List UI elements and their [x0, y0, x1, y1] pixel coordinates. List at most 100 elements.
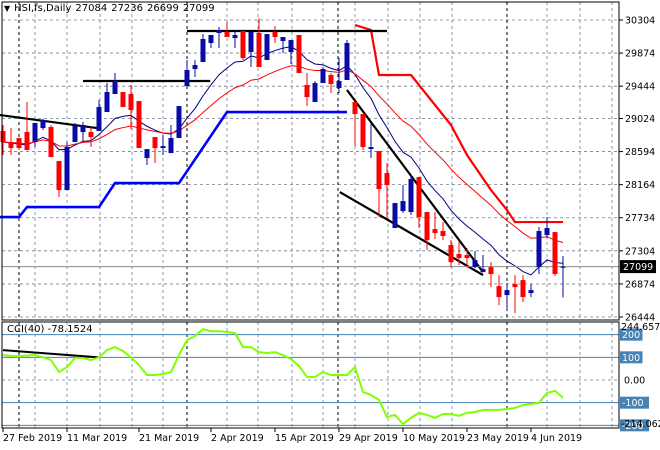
- bear-candle-body: [328, 75, 334, 85]
- main-plot-border: [1, 1, 620, 321]
- x-tick-label: 4 Jun 2019: [531, 433, 582, 444]
- close-value: 27099: [182, 3, 215, 14]
- bear-candle-body: [120, 92, 126, 108]
- symbol-label: HSI,fs,Daily: [14, 3, 72, 14]
- bear-candle-body: [432, 229, 438, 234]
- indicators: [0, 23, 619, 277]
- bull-candle-body: [208, 35, 214, 44]
- bear-candle-body: [464, 255, 470, 259]
- collapse-triangle-icon[interactable]: ▼: [4, 4, 10, 13]
- bear-candle-body: [384, 173, 390, 186]
- upper-channel-line: [354, 23, 563, 224]
- bull-candle-body: [536, 231, 542, 268]
- bear-candle-body: [512, 284, 518, 288]
- bull-candle-body: [392, 203, 398, 229]
- y-tick-label: 29024: [625, 114, 655, 125]
- bear-candle-body: [488, 267, 494, 275]
- bear-candle-body: [16, 138, 22, 149]
- bear-candle-body: [24, 132, 30, 151]
- bear-candle-body: [456, 254, 462, 259]
- bear-candle-body: [272, 32, 278, 38]
- bull-candle-body: [32, 123, 38, 143]
- x-tick-label: 27 Feb 2019: [3, 433, 62, 444]
- cci-panel: [2, 328, 649, 432]
- cci-max-label: 244.6572: [621, 322, 660, 333]
- bull-candle-body: [72, 126, 78, 143]
- bear-candle-body: [152, 137, 158, 149]
- bear-candle-body: [88, 132, 94, 138]
- y-tick-label: 27734: [625, 213, 655, 224]
- bear-candle-body: [8, 142, 14, 149]
- bull-candle-body: [400, 201, 406, 212]
- bull-candle-body: [112, 81, 118, 95]
- cci-header: CCI(40) -78.1524: [7, 324, 93, 335]
- high-value: 27236: [111, 3, 143, 14]
- bear-candle-body: [128, 94, 134, 111]
- x-tick-label: 11 Mar 2019: [67, 433, 127, 444]
- bear-candle-body: [376, 151, 382, 190]
- bull-candle-body: [216, 30, 222, 34]
- cci-level-label: 100: [622, 353, 640, 364]
- bull-candle-body: [280, 37, 286, 42]
- bull-candle-body: [144, 149, 150, 159]
- cci-level-label: -100: [622, 398, 644, 409]
- bear-candle-body: [0, 131, 6, 143]
- bull-candle-body: [160, 146, 166, 149]
- bull-candle-body: [200, 39, 206, 63]
- bull-candle-body: [320, 69, 326, 84]
- bull-candle-body: [336, 81, 342, 89]
- bear-candle-body: [440, 231, 446, 237]
- cci-line: [2, 328, 564, 426]
- bear-candle-body: [224, 32, 230, 38]
- bull-candle-body: [504, 290, 510, 296]
- grid: [2, 2, 623, 428]
- x-tick-label: 21 Mar 2019: [139, 433, 199, 444]
- bull-candle-body: [528, 290, 534, 294]
- bear-candle-body: [496, 286, 502, 298]
- x-tick-label: 23 May 2019: [467, 433, 529, 444]
- y-tick-label: 28164: [625, 180, 655, 191]
- bull-candle-body: [560, 266, 566, 268]
- y-tick-label: 29874: [625, 49, 655, 60]
- current-price-label: 27099: [623, 262, 653, 273]
- bull-candle-body: [344, 43, 350, 81]
- y-tick-label: 28594: [625, 147, 655, 158]
- bull-candle-body: [64, 147, 70, 191]
- bull-candle-body: [480, 269, 486, 273]
- bear-candle-body: [296, 35, 302, 74]
- y-tick-label: 27304: [625, 246, 655, 257]
- y-tick-label: 30304: [625, 16, 655, 27]
- cci-label: CCI(40): [7, 324, 45, 335]
- bull-candle-body: [104, 92, 110, 113]
- low-value: 26699: [147, 3, 179, 14]
- x-tick-label: 15 Apr 2019: [275, 433, 334, 444]
- open-value: 27084: [75, 3, 108, 14]
- chart-canvas[interactable]: 30304 29874 29444 29024 28594 28164 27734 27304…: [0, 0, 660, 450]
- bear-candle-body: [240, 31, 246, 59]
- ma-slow-line: [2, 65, 564, 244]
- cci-value: -78.1524: [47, 324, 93, 335]
- bull-candle-body: [472, 260, 478, 268]
- bull-candle-body: [312, 83, 318, 103]
- bull-candle-body: [368, 147, 374, 150]
- bull-candle-body: [96, 107, 102, 132]
- bull-candle-body: [184, 70, 190, 87]
- bull-candle-body: [544, 228, 550, 236]
- x-tick-label: 10 May 2019: [403, 433, 465, 444]
- bull-candle-body: [232, 35, 238, 39]
- cci-zero-label: 0.00: [624, 376, 645, 387]
- bear-candle-body: [416, 177, 422, 218]
- x-tick-label: 2 Apr 2019: [211, 433, 264, 444]
- bear-candle-body: [552, 232, 558, 275]
- bull-candle-body: [80, 125, 86, 133]
- bull-candle-body: [264, 34, 270, 61]
- bull-candle-body: [248, 32, 254, 53]
- bull-candle-body: [408, 179, 414, 213]
- y-tick-label: 26874: [625, 279, 655, 290]
- bull-candle-body: [40, 120, 46, 129]
- bull-candle-body: [176, 106, 182, 139]
- bear-candle-body: [256, 33, 262, 68]
- bear-candle-body: [520, 280, 526, 298]
- bear-candle-body: [56, 161, 62, 191]
- bear-candle-body: [424, 212, 430, 241]
